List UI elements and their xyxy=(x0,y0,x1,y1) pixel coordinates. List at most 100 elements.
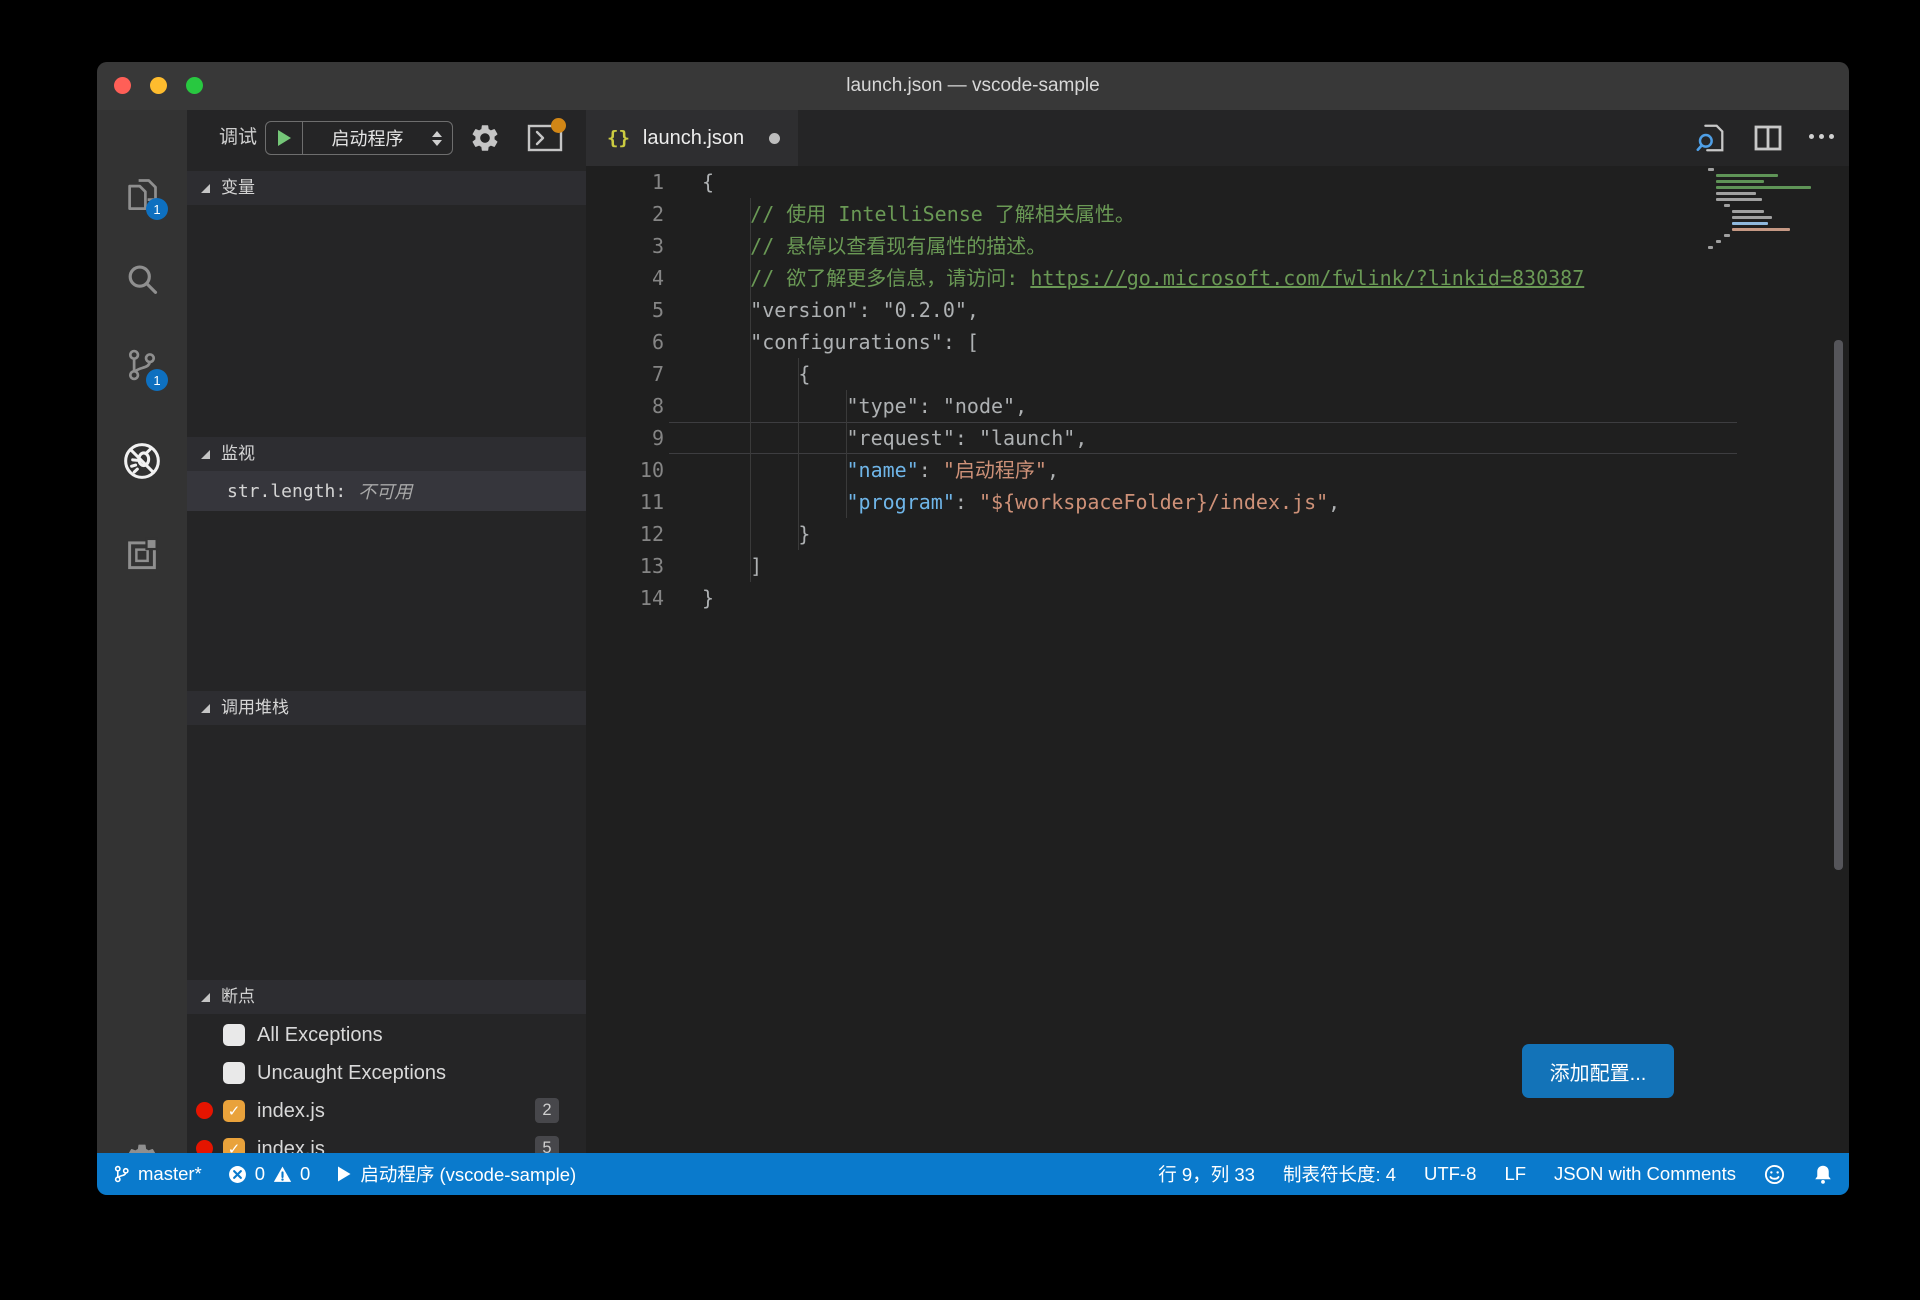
breakpoint-label: index.js xyxy=(257,1092,325,1130)
code-content[interactable]: { // 使用 IntelliSense 了解相关属性。 // 悬停以查看现有属… xyxy=(702,166,1584,614)
line-number[interactable]: 2 xyxy=(586,198,664,230)
explorer-badge: 1 xyxy=(146,198,168,220)
split-editor-button[interactable] xyxy=(1752,122,1784,154)
line-number[interactable]: 5 xyxy=(586,294,664,326)
line-number[interactable]: 6 xyxy=(586,326,664,358)
status-bar: master* 0 0 xyxy=(97,1153,1849,1195)
editor-scrollbar[interactable] xyxy=(1834,340,1843,870)
dropdown-arrows-icon xyxy=(432,131,442,146)
more-actions-button[interactable] xyxy=(1809,134,1834,139)
breakpoint-checkbox[interactable]: ✓ xyxy=(223,1138,245,1153)
minimap[interactable] xyxy=(1706,168,1821,252)
code-line[interactable]: } xyxy=(702,518,1584,550)
debug-configuration-dropdown[interactable]: 启动程序 xyxy=(265,121,453,155)
branch-status-item[interactable]: master* xyxy=(113,1163,202,1185)
line-number[interactable]: 8 xyxy=(586,390,664,422)
modified-dot-icon[interactable] xyxy=(769,133,780,144)
line-numbers-gutter[interactable]: 1234567891011121314 xyxy=(586,166,664,614)
section-header-variables[interactable]: 变量 xyxy=(187,171,586,205)
watch-expression: str.length: xyxy=(227,481,346,502)
breakpoint-dot xyxy=(196,1102,213,1119)
code-token: // 使用 IntelliSense 了解相关属性。 xyxy=(702,202,1135,226)
debug-section-label: 调试 xyxy=(219,110,257,166)
code-line[interactable]: { xyxy=(702,358,1584,390)
status-item[interactable]: 行 9，列 33 xyxy=(1158,1161,1255,1187)
breakpoint-line-badge: 5 xyxy=(535,1136,559,1153)
line-number[interactable]: 3 xyxy=(586,230,664,262)
debug-disabled-bug-icon xyxy=(121,469,163,486)
tab-launch-json[interactable]: {} launch.json xyxy=(586,110,798,166)
section-header-watch[interactable]: 监视 xyxy=(187,437,586,471)
line-number[interactable]: 12 xyxy=(586,518,664,550)
section-header-call-stack[interactable]: 调用堆栈 xyxy=(187,691,586,725)
code-line[interactable]: ] xyxy=(702,550,1584,582)
window-title: launch.json — vscode-sample xyxy=(97,62,1849,110)
minimap-line xyxy=(1716,180,1764,183)
debug-sidebar: 调试 启动程序 xyxy=(187,110,586,1153)
code-line[interactable]: // 欲了解更多信息，请访问: https://go.microsoft.com… xyxy=(702,262,1584,294)
breakpoint-row[interactable]: ✓index.js2 xyxy=(187,1092,586,1130)
status-item[interactable]: JSON with Comments xyxy=(1554,1163,1736,1185)
sidebar-item-search[interactable] xyxy=(124,262,160,298)
tab-strip: {} launch.json xyxy=(586,110,1849,166)
code-line[interactable]: "configurations": [ xyxy=(702,326,1584,358)
feedback-smiley-icon[interactable] xyxy=(1764,1164,1785,1185)
maximize-window-button[interactable] xyxy=(186,77,203,94)
breakpoint-row[interactable]: ✓index.js5 xyxy=(187,1130,586,1153)
code-line[interactable]: { xyxy=(702,166,1584,198)
line-number[interactable]: 11 xyxy=(586,486,664,518)
code-token: "启动程序" xyxy=(943,458,1047,482)
open-changes-button[interactable] xyxy=(1695,122,1727,154)
line-number[interactable]: 7 xyxy=(586,358,664,390)
line-number[interactable]: 4 xyxy=(586,262,664,294)
minimize-window-button[interactable] xyxy=(150,77,167,94)
configure-launch-button[interactable] xyxy=(469,122,501,154)
minimap-line xyxy=(1724,204,1730,207)
section-header-breakpoints[interactable]: 断点 xyxy=(187,980,586,1014)
breakpoint-row[interactable]: Uncaught Exceptions xyxy=(187,1054,586,1092)
search-file-icon xyxy=(1695,141,1727,158)
warning-icon xyxy=(273,1165,292,1184)
code-token: "request": "launch", xyxy=(702,426,1087,450)
sidebar-item-debug[interactable] xyxy=(121,440,163,482)
line-number[interactable]: 1 xyxy=(586,166,664,198)
code-token: ] xyxy=(702,554,762,578)
notifications-bell-icon[interactable] xyxy=(1813,1164,1833,1185)
minimap-line xyxy=(1716,174,1778,177)
status-item[interactable]: UTF-8 xyxy=(1424,1163,1476,1185)
status-item[interactable]: 制表符长度: 4 xyxy=(1283,1161,1396,1187)
line-number[interactable]: 14 xyxy=(586,582,664,614)
watch-expression-row[interactable]: str.length: 不可用 xyxy=(187,471,586,511)
code-line[interactable]: "program": "${workspaceFolder}/index.js"… xyxy=(702,486,1584,518)
section-title: 调用堆栈 xyxy=(221,691,289,725)
chevron-expanded-icon xyxy=(201,993,210,1002)
code-line[interactable]: "name": "启动程序", xyxy=(702,454,1584,486)
section-title: 变量 xyxy=(221,171,255,205)
problems-status-item[interactable]: 0 0 xyxy=(228,1163,311,1185)
code-line[interactable]: // 使用 IntelliSense 了解相关属性。 xyxy=(702,198,1584,230)
code-line[interactable]: "version": "0.2.0", xyxy=(702,294,1584,326)
minimap-line xyxy=(1708,246,1713,249)
line-number[interactable]: 9 xyxy=(586,422,664,454)
section-title: 监视 xyxy=(221,437,255,471)
close-window-button[interactable] xyxy=(114,77,131,94)
code-line[interactable]: // 悬停以查看现有属性的描述。 xyxy=(702,230,1584,262)
code-line[interactable]: "type": "node", xyxy=(702,390,1584,422)
code-line[interactable]: } xyxy=(702,582,1584,614)
status-item[interactable]: LF xyxy=(1504,1163,1526,1185)
breakpoint-dot xyxy=(196,1140,213,1153)
comment-link[interactable]: https://go.microsoft.com/fwlink/?linkid=… xyxy=(1030,266,1584,290)
minimap-line xyxy=(1724,234,1730,237)
breakpoint-checkbox[interactable] xyxy=(223,1062,245,1084)
breakpoint-checkbox[interactable]: ✓ xyxy=(223,1100,245,1122)
start-debug-icon[interactable] xyxy=(278,130,291,146)
line-number[interactable]: 13 xyxy=(586,550,664,582)
sidebar-item-extensions[interactable] xyxy=(124,535,160,571)
code-token: "version": "0.2.0", xyxy=(702,298,979,322)
breakpoint-row[interactable]: All Exceptions xyxy=(187,1016,586,1054)
debug-target-status-item[interactable]: 启动程序 (vscode-sample) xyxy=(336,1161,576,1187)
code-line[interactable]: "request": "launch", xyxy=(702,422,1584,454)
add-configuration-button[interactable]: 添加配置... xyxy=(1522,1044,1674,1098)
line-number[interactable]: 10 xyxy=(586,454,664,486)
breakpoint-checkbox[interactable] xyxy=(223,1024,245,1046)
